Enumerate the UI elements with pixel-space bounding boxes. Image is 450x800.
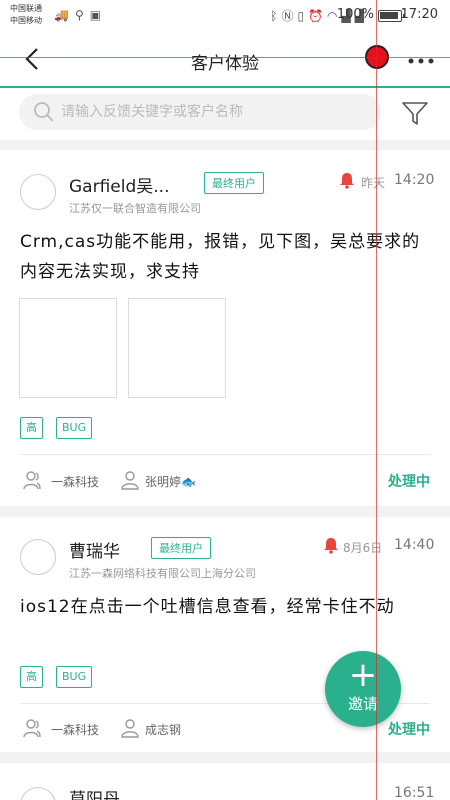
assignee-name: 张明婷🐟 (145, 475, 196, 489)
feedback-content: Crm,cas功能不能用，报错，见下图，吴总要求的内容无法实现，求支持 (20, 232, 421, 282)
status-label: 处理中 (388, 474, 430, 490)
battery-fill (380, 12, 398, 19)
image-thumbnail[interactable] (128, 298, 226, 398)
carrier-info: 中国联通 中国移动 (10, 3, 42, 27)
battery-icon (378, 10, 405, 22)
clock: 17:20 (400, 7, 438, 22)
company-name: 江苏一森网络科技有限公司上海分公司 (69, 567, 256, 580)
alarm-icon: ⏰ (308, 8, 324, 23)
guide-line-vertical (376, 0, 377, 800)
person-icon (121, 719, 139, 738)
status-bar: 中国联通 中国移动 🚚 ⚲ ▣ ᛒ Ⓝ ▯ ⏰ ◠ ▟ ▟ 100% 17:20 (0, 0, 450, 32)
usb-icon: ⚲ (74, 8, 84, 22)
priority-tag: 高 (20, 417, 43, 439)
team-name: 一森科技 (51, 475, 100, 489)
divider (20, 454, 430, 455)
date: 昨天 (361, 176, 386, 190)
more-dots-icon (408, 58, 434, 64)
bell-alert-icon (324, 538, 338, 554)
person-icon (121, 471, 139, 490)
customer-name: 莫阳丹 (69, 790, 120, 800)
guide-line-horizontal (0, 57, 450, 58)
app-notification-icon: ▣ (89, 8, 102, 22)
invite-fab-button[interactable]: + 邀请 (325, 651, 401, 727)
type-tag: BUG (56, 417, 93, 439)
time: 14:40 (394, 537, 435, 553)
team-icon (23, 719, 41, 738)
plus-icon: + (348, 655, 378, 695)
notification-icons: 🚚 ⚲ ▣ (54, 8, 101, 22)
carrier-1: 中国联通 (10, 4, 42, 13)
search-area (0, 88, 450, 140)
search-icon (34, 102, 54, 122)
company-name: 江苏仅一联合智造有限公司 (69, 202, 201, 215)
bell-alert-icon (340, 173, 354, 189)
carrier-2: 中国移动 (10, 16, 42, 25)
customer-name: Garfield吴... (69, 177, 170, 197)
invite-label: 邀请 (347, 695, 378, 713)
customer-name: 曹瑞华 (69, 542, 120, 562)
app-header: 客户体验 (0, 32, 450, 88)
status-label: 处理中 (388, 722, 430, 738)
role-badge: 最终用户 (151, 537, 211, 559)
more-options-button[interactable] (408, 54, 434, 65)
avatar (20, 539, 56, 575)
filter-icon[interactable] (400, 98, 430, 128)
bluetooth-icon: ᛒ (270, 8, 278, 23)
assignee-name: 成志钢 (145, 723, 182, 737)
search-box[interactable] (19, 94, 381, 130)
team-name: 一森科技 (51, 723, 100, 737)
feedback-card[interactable]: 莫阳丹 16:51 (0, 763, 450, 800)
vibrate-icon: ▯ (297, 8, 305, 23)
truck-icon: 🚚 (54, 8, 69, 22)
type-tag: BUG (56, 666, 93, 688)
time: 16:51 (394, 785, 435, 800)
feedback-content: ios12在点击一个吐槽信息查看，经常卡住不动 (20, 597, 395, 617)
search-input[interactable] (61, 94, 361, 130)
nfc-icon: Ⓝ (281, 9, 294, 23)
battery-percentage: 100% (336, 7, 374, 22)
priority-tag: 高 (20, 666, 43, 688)
team-icon (23, 471, 41, 490)
role-badge: 最终用户 (204, 172, 264, 194)
avatar (20, 174, 56, 210)
image-thumbnail[interactable] (19, 298, 117, 398)
feedback-card[interactable]: Garfield吴... 最终用户 江苏仅一联合智造有限公司 昨天 14:20 … (0, 150, 450, 506)
time: 14:20 (394, 172, 435, 188)
avatar (20, 787, 56, 800)
